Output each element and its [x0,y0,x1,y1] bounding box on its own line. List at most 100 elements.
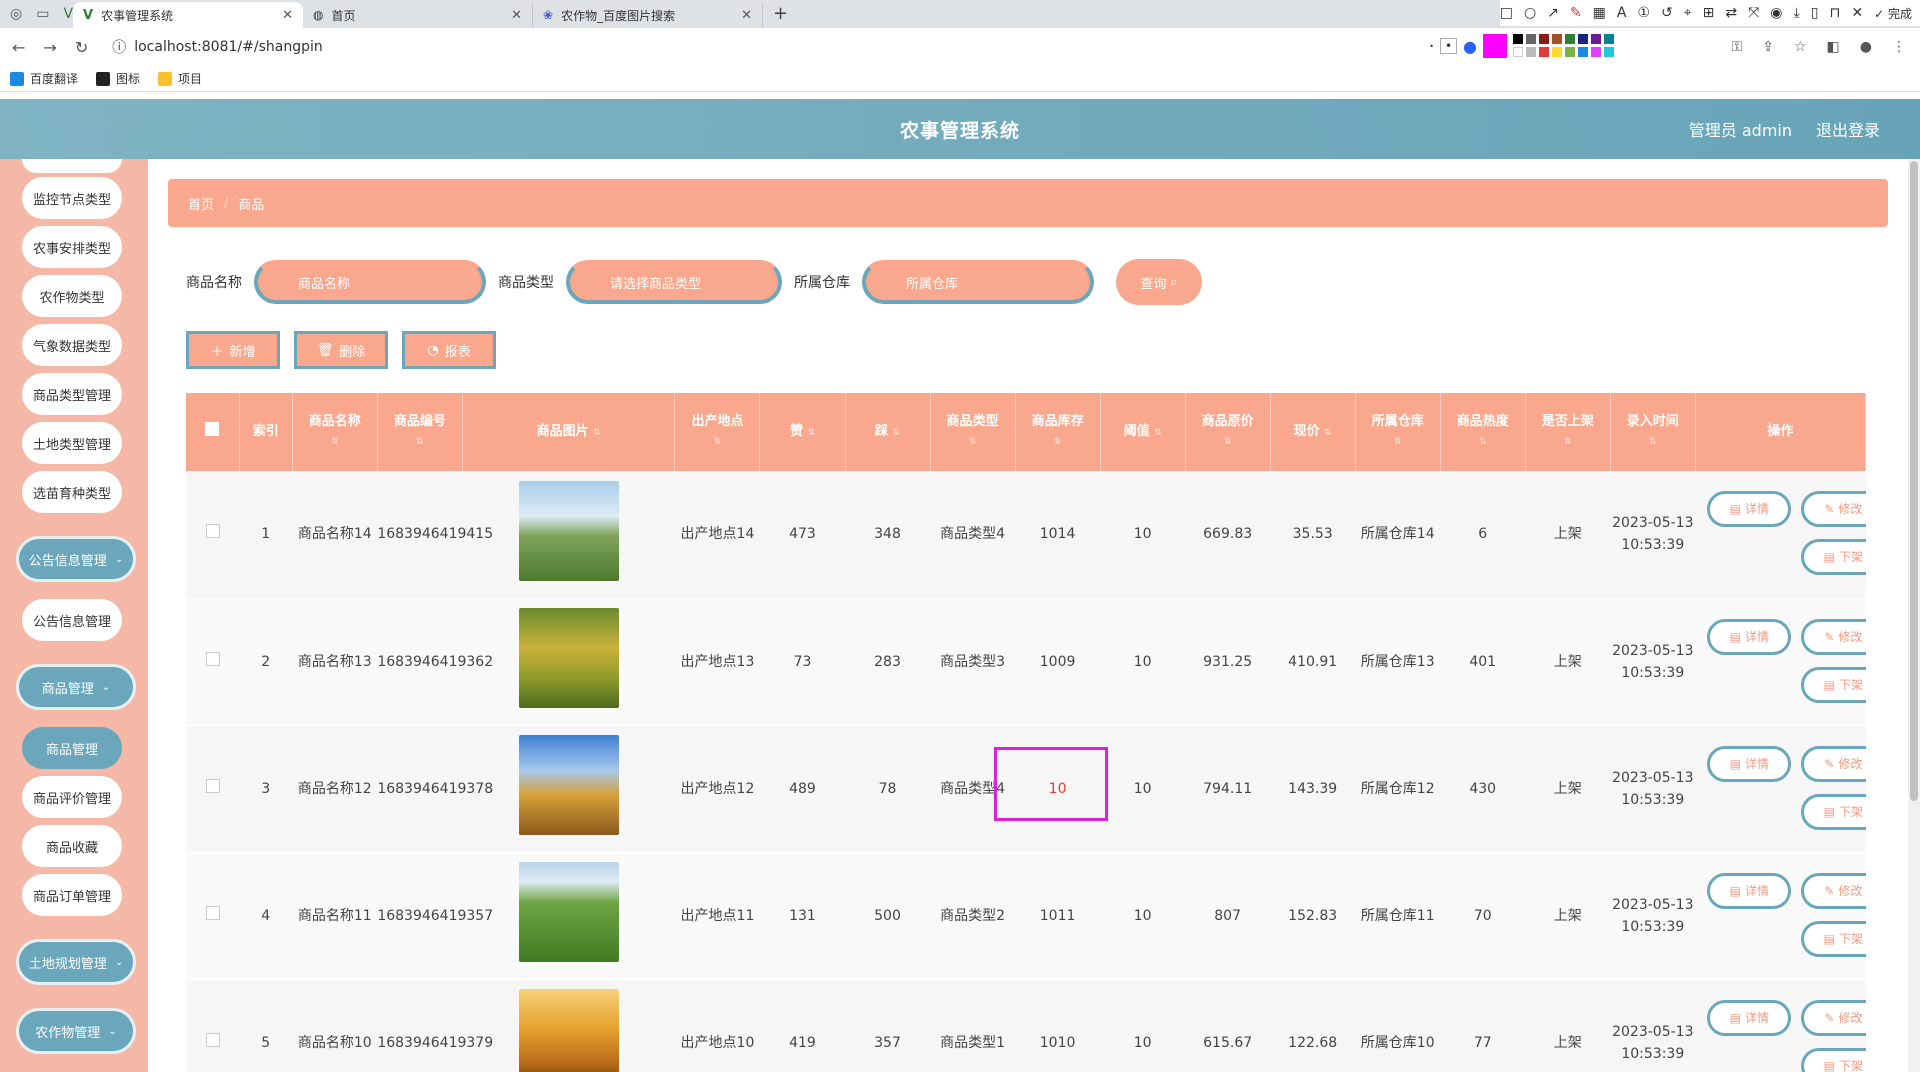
col-header[interactable]: 商品名称 ⇅ [292,393,378,471]
sort-icon[interactable]: ⇅ [1526,432,1610,452]
undo-icon[interactable]: ↺ [1661,5,1673,21]
report-button[interactable]: ◔ 报表 [402,331,496,369]
col-header[interactable]: 现价 ⇅ [1270,393,1356,471]
key-icon[interactable]: ⚿ [1732,39,1743,55]
select-all-checkbox[interactable] [205,421,220,436]
close-icon[interactable]: ✕ [282,8,293,23]
row-checkbox[interactable] [205,905,220,920]
col-header[interactable]: 商品热度 ⇅ [1440,393,1526,471]
sort-icon[interactable]: ⇅ [1441,432,1525,452]
cancel-icon[interactable]: ✕ [1851,5,1863,21]
edit-button[interactable]: ✎ 修改 [1801,999,1866,1036]
sidebar-item[interactable]: 农事安排类型 [22,226,122,268]
pin-icon[interactable]: ⌖ [1684,5,1692,21]
text-tool-icon[interactable]: A [1617,5,1627,21]
sort-icon[interactable]: ⇅ [675,432,759,452]
sidebar-group-goods[interactable]: 商品管理 ⌄ [16,664,136,710]
col-header[interactable]: 录入时间 ⇅ [1610,393,1696,471]
current-color-swatch[interactable] [1483,34,1507,58]
detail-button[interactable]: ▤ 详情 [1707,491,1792,527]
sort-icon[interactable]: ⇅ [378,432,462,452]
mosaic-tool-icon[interactable]: ▦ [1593,5,1606,21]
sidebar-group-notice[interactable]: 公告信息管理 ⌄ [16,536,136,582]
phone-icon[interactable]: ▯ [1811,5,1819,21]
product-image[interactable] [518,480,619,581]
row-checkbox[interactable] [205,524,220,539]
color-grid[interactable] [1513,33,1616,59]
product-image[interactable] [518,608,619,708]
product-image[interactable] [518,989,619,1072]
bookmark-item[interactable]: 图标 [96,70,140,87]
forward-icon[interactable]: → [43,38,56,57]
sort-icon[interactable]: ⇅ [593,428,601,438]
add-button[interactable]: ＋ 新增 [186,331,280,369]
profile-icon[interactable]: ● [1860,39,1872,55]
page-scrollbar[interactable] [1908,159,1920,1072]
header-checkbox-cell[interactable] [186,393,240,471]
sidebar-item[interactable]: 商品订单管理 [22,874,122,916]
bookmark-item[interactable]: 百度翻译 [10,70,78,87]
url-field[interactable]: ⓘ localhost:8081/#/shangpin [112,37,323,57]
sort-icon[interactable]: ⇅ [807,428,815,438]
sidebar-group-crops[interactable]: 农作物管理 ⌄ [16,1008,136,1054]
col-header[interactable]: 是否上架 ⇅ [1525,393,1611,471]
sort-icon[interactable]: ⇅ [1016,432,1100,452]
sidepanel-icon[interactable]: ◧ [1827,39,1840,55]
sort-icon[interactable]: ⇅ [893,428,901,438]
size-medium[interactable]: • [1439,38,1458,54]
sort-icon[interactable]: ⇅ [293,432,377,452]
sidebar-item[interactable]: 商品评价管理 [22,776,122,818]
edit-button[interactable]: ✎ 修改 [1801,745,1866,782]
product-image[interactable] [518,862,619,962]
circle-tool-icon[interactable]: ○ [1524,5,1536,21]
ocr-icon[interactable]: ⊞ [1703,5,1715,21]
tab-group-icon[interactable]: ▭ [36,6,49,22]
edit-button[interactable]: ✎ 修改 [1801,618,1866,655]
row-checkbox-cell[interactable] [186,852,240,980]
size-small[interactable]: • [1429,42,1434,51]
sort-icon[interactable]: ⇅ [931,432,1015,452]
new-tab-button[interactable]: + [763,2,798,28]
sidebar-item[interactable]: 气象数据类型 [22,324,122,366]
col-header[interactable]: 踩 ⇅ [845,393,931,471]
scrollbar-thumb[interactable] [1910,161,1918,801]
sidebar-item-active[interactable]: 商品管理 [22,727,122,769]
sort-icon[interactable]: ⇅ [1154,428,1162,438]
delete-button[interactable]: 🗑 删除 [294,331,388,369]
logout-link[interactable]: 退出登录 [1816,117,1880,141]
breadcrumb-home[interactable]: 首页 [188,194,214,213]
arrow-tool-icon[interactable]: ↗ [1547,5,1559,21]
col-header[interactable]: 商品库存 ⇅ [1015,393,1101,471]
product-image[interactable] [518,735,619,835]
reload-icon[interactable]: ↻ [75,38,88,57]
pen-tool-icon[interactable]: ✎ [1570,5,1582,21]
bookmark-item[interactable]: 项目 [158,70,202,87]
edit-button[interactable]: ✎ 修改 [1801,491,1866,527]
offsale-button[interactable]: ▤ 下架 [1801,920,1866,957]
query-button[interactable]: 查询 ⌕ [1116,259,1202,305]
row-checkbox[interactable] [205,778,220,793]
col-header[interactable]: 阈值 ⇅ [1100,393,1186,471]
row-checkbox-cell[interactable] [186,725,240,853]
sort-icon[interactable]: ⇅ [1324,428,1332,438]
col-header[interactable]: 出产地点 ⇅ [674,393,761,471]
row-checkbox[interactable] [205,1032,220,1047]
offsale-button[interactable]: ▤ 下架 [1801,666,1866,703]
sidebar-item[interactable]: 商品类型管理 [22,373,122,415]
close-icon[interactable]: ✕ [741,8,752,23]
rect-tool-icon[interactable]: □ [1500,5,1513,21]
detail-button[interactable]: ▤ 详情 [1707,745,1792,782]
sidebar-item[interactable]: 土地类型管理 [22,422,122,464]
size-large[interactable]: ● [1463,37,1477,56]
back-icon[interactable]: ← [12,38,25,57]
close-icon[interactable]: ✕ [511,8,522,23]
tab-app[interactable]: V 农事管理系统 ✕ [73,2,304,28]
row-checkbox[interactable] [205,651,220,666]
sidebar-group-land[interactable]: 土地规划管理 ⌄ [16,939,136,985]
vue-tab-icon[interactable]: V [63,6,73,22]
done-button[interactable]: ✓ 完成 [1874,5,1912,22]
type-select[interactable]: 请选择商品类型 [566,260,782,304]
record-icon[interactable]: ◉ [1770,5,1782,21]
sidebar-item-partial[interactable] [22,159,122,173]
sidebar-item[interactable]: 农作物类型 [22,275,122,317]
